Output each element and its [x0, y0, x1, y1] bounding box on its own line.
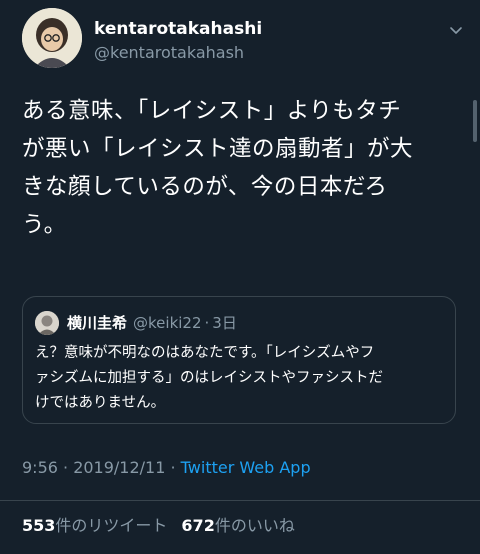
quoted-tweet[interactable]: 横川圭希 @keiki22 · 3日 え？意味が不明なのはあなたです。「レイシズムやフ… [22, 296, 456, 424]
divider [0, 500, 480, 501]
tweet-header: kentarotakahashi @kentarotakahash [22, 8, 470, 72]
handle[interactable]: @kentarotakahash [94, 42, 262, 64]
quoted-avatar [35, 311, 59, 335]
quoted-separator: · [204, 314, 210, 332]
author-names: kentarotakahashi @kentarotakahash [94, 18, 262, 64]
quoted-header: 横川圭希 @keiki22 · 3日 [67, 313, 237, 333]
retweets-stat[interactable]: 553件のリツイート [22, 516, 167, 535]
quoted-time: 3日 [212, 314, 237, 332]
tweet-meta: 9:56 · 2019/12/11 · Twitter Web App [22, 456, 311, 480]
tweet-text: ある意味、「レイシスト」よりもタチ が悪い「レイシスト達の扇動者」が大 きな顔し… [22, 98, 414, 238]
source-app-link[interactable]: Twitter Web App [181, 458, 311, 477]
likes-stat[interactable]: 672件のいいね [181, 516, 294, 535]
likes-label: 件のいいね [214, 516, 295, 535]
scrollbar[interactable] [473, 100, 477, 142]
avatar[interactable] [22, 8, 82, 68]
likes-count: 672 [181, 516, 215, 535]
retweets-count: 553 [22, 516, 56, 535]
chevron-down-icon[interactable] [448, 22, 464, 38]
quoted-display-name: 横川圭希 [67, 314, 128, 332]
quoted-handle: @keiki22 [133, 314, 202, 332]
retweets-label: 件のリツイート [55, 516, 168, 535]
timestamp[interactable]: 9:56 · 2019/12/11 · [22, 458, 181, 477]
tweet-stats: 553件のリツイート 672件のいいね [22, 514, 295, 538]
display-name[interactable]: kentarotakahashi [94, 18, 262, 40]
quoted-text: え？意味が不明なのはあなたです。「レイシズムやフ ァシズムに加担する」のはレイシ… [35, 345, 383, 411]
